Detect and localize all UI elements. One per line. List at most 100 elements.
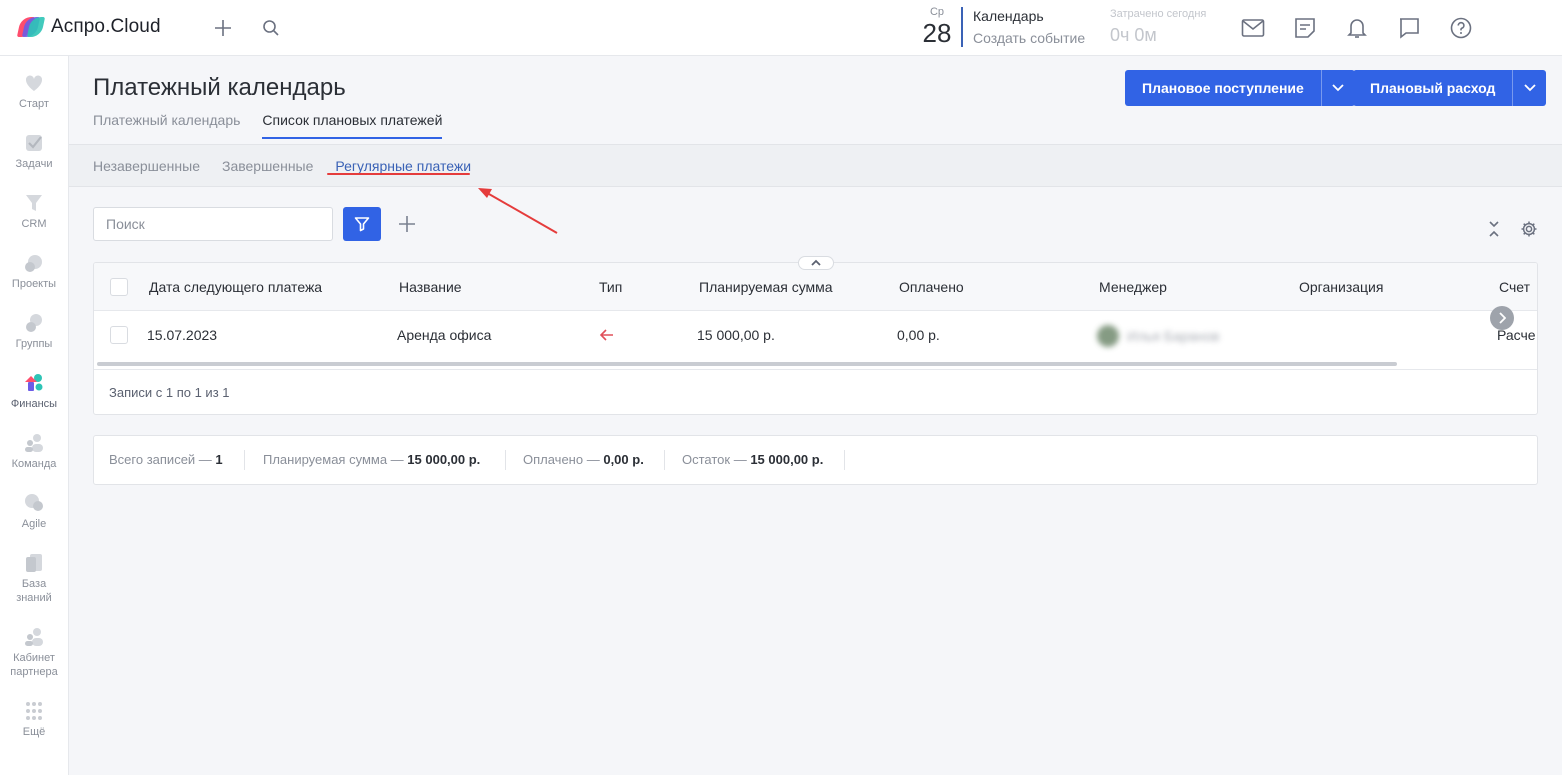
chevron-up-icon	[811, 259, 821, 266]
logo-icon	[16, 16, 46, 38]
sidebar-item-knowledge-base[interactable]: База знаний	[0, 552, 68, 605]
subtab-incomplete[interactable]: Незавершенные	[93, 158, 200, 174]
sidebar-item-label: Ещё	[22, 726, 46, 738]
table-header: Дата следующего платежа Название Тип Пла…	[94, 263, 1537, 311]
column-account[interactable]: Счет	[1499, 279, 1530, 295]
sidebar-item-label: Команда	[11, 458, 57, 470]
summary-paid: Оплачено — 0,00 р.	[523, 452, 644, 467]
help-icon[interactable]	[1448, 15, 1474, 41]
sidebar-item-partner-cabinet[interactable]: Кабинет партнера	[0, 626, 68, 679]
create-event-link[interactable]: Создать событие	[973, 30, 1085, 46]
table-divider	[94, 369, 1537, 370]
sidebar-item-start[interactable]: Старт	[0, 72, 68, 111]
sidebar-item-agile[interactable]: Agile	[0, 492, 68, 531]
sidebar-item-groups[interactable]: Группы	[0, 312, 68, 351]
chevron-right-icon	[1499, 312, 1506, 324]
tab-payment-calendar[interactable]: Платежный календарь	[93, 112, 240, 138]
summary-rest-value: 15 000,00 р.	[750, 452, 824, 467]
column-next-payment-date[interactable]: Дата следующего платежа	[149, 279, 322, 295]
logo-text: Аспро.Cloud	[51, 16, 161, 37]
avatar	[1097, 325, 1119, 347]
collapse-toolbar-handle[interactable]	[798, 256, 834, 270]
time-spent-label: Затрачено сегодня	[1110, 8, 1207, 20]
sidebar-item-finance[interactable]: Финансы	[0, 372, 68, 411]
column-organization[interactable]: Организация	[1299, 279, 1383, 295]
team-icon	[23, 432, 45, 454]
projects-icon	[23, 252, 45, 274]
planned-expense-button[interactable]: Плановый расход	[1353, 70, 1547, 106]
cell-manager[interactable]: Илья Баранов	[1097, 325, 1220, 347]
summary-total: Всего записей — 1	[109, 452, 223, 467]
time-spent-value[interactable]: 0ч 0м	[1110, 25, 1157, 46]
summary-separator	[844, 450, 845, 470]
planned-income-button[interactable]: Плановое поступление	[1125, 70, 1355, 106]
sidebar-item-projects[interactable]: Проекты	[0, 252, 68, 291]
table-row[interactable]: 15.07.2023 Аренда офиса 15 000,00 р. 0,0…	[94, 311, 1537, 361]
grid-dots-icon	[23, 700, 45, 722]
summary-separator	[505, 450, 506, 470]
column-name[interactable]: Название	[399, 279, 462, 295]
search-icon[interactable]	[258, 15, 284, 41]
column-type[interactable]: Тип	[599, 279, 622, 295]
crm-funnel-icon	[23, 192, 45, 214]
subtab-completed[interactable]: Завершенные	[222, 158, 313, 174]
cell-date: 15.07.2023	[147, 327, 218, 343]
sidebar-item-crm[interactable]: CRM	[0, 192, 68, 231]
sidebar-item-tasks[interactable]: Задачи	[0, 132, 68, 171]
book-icon	[23, 552, 45, 574]
planned-expense-label[interactable]: Плановый расход	[1353, 70, 1512, 106]
calendar-link[interactable]: Календарь	[973, 8, 1044, 24]
cell-name[interactable]: Аренда офиса	[397, 327, 491, 343]
horizontal-scrollbar[interactable]	[97, 362, 1397, 366]
sidebar-item-label: Кабинет партнера	[10, 652, 58, 678]
sidebar-item-label: Задачи	[15, 158, 53, 170]
add-payment-button[interactable]	[394, 210, 420, 238]
page-title: Платежный календарь	[93, 74, 346, 101]
summary-separator	[244, 450, 245, 470]
plus-icon	[399, 216, 415, 232]
subtabs-bar: Незавершенные Завершенные Регулярные пла…	[69, 144, 1562, 187]
column-manager[interactable]: Менеджер	[1099, 279, 1167, 295]
notes-icon[interactable]	[1292, 15, 1318, 41]
row-checkbox[interactable]	[110, 326, 128, 344]
mail-icon[interactable]	[1240, 15, 1266, 41]
chevron-down-icon[interactable]	[1320, 70, 1355, 106]
partner-icon	[23, 626, 45, 648]
settings-gear-icon[interactable]	[1518, 218, 1540, 240]
top-bar: Аспро.Cloud Ср 28 Календарь Создать собы…	[0, 0, 1562, 56]
sidebar-item-label: Финансы	[10, 398, 58, 410]
summary-rest: Остаток — 15 000,00 р.	[682, 452, 823, 467]
select-all-checkbox[interactable]	[110, 278, 128, 296]
app-logo[interactable]: Аспро.Cloud	[16, 16, 161, 38]
plus-icon[interactable]	[210, 15, 236, 41]
sidebar-item-label: База знаний	[16, 578, 52, 604]
filter-icon	[354, 217, 370, 232]
page-tabs: Платежный календарь Список плановых плат…	[93, 112, 443, 139]
agile-icon	[23, 492, 45, 514]
tasks-icon	[23, 132, 45, 154]
sidebar-item-label: Проекты	[11, 278, 57, 290]
payments-table: Дата следующего платежа Название Тип Пла…	[93, 262, 1538, 415]
annotation-arrow-icon	[478, 188, 558, 234]
column-paid[interactable]: Оплачено	[899, 279, 964, 295]
sidebar-item-label: Старт	[19, 98, 49, 110]
subtab-regular-payments[interactable]: Регулярные платежи	[335, 158, 471, 174]
sidebar-item-team[interactable]: Команда	[0, 432, 68, 471]
summary-planned-label: Планируемая сумма —	[263, 452, 404, 467]
cell-paid: 0,00 р.	[897, 327, 940, 343]
summary-bar: Всего записей — 1 Планируемая сумма — 15…	[93, 435, 1538, 485]
chevron-down-icon[interactable]	[1512, 70, 1546, 106]
sidebar-item-more[interactable]: Ещё	[0, 700, 68, 739]
column-planned-amount[interactable]: Планируемая сумма	[699, 279, 833, 295]
filter-button[interactable]	[343, 207, 381, 241]
date-widget[interactable]: Ср 28	[914, 6, 960, 50]
bell-icon[interactable]	[1344, 15, 1370, 41]
collapse-rows-icon[interactable]	[1484, 218, 1504, 240]
records-count: Записи с 1 по 1 из 1	[109, 385, 230, 400]
chat-icon[interactable]	[1396, 15, 1422, 41]
planned-income-label[interactable]: Плановое поступление	[1125, 70, 1321, 106]
tab-planned-payments-list[interactable]: Список плановых платежей	[262, 112, 443, 139]
scroll-right-button[interactable]	[1490, 306, 1514, 330]
expense-arrow-icon	[599, 328, 615, 345]
search-input[interactable]	[93, 207, 333, 241]
